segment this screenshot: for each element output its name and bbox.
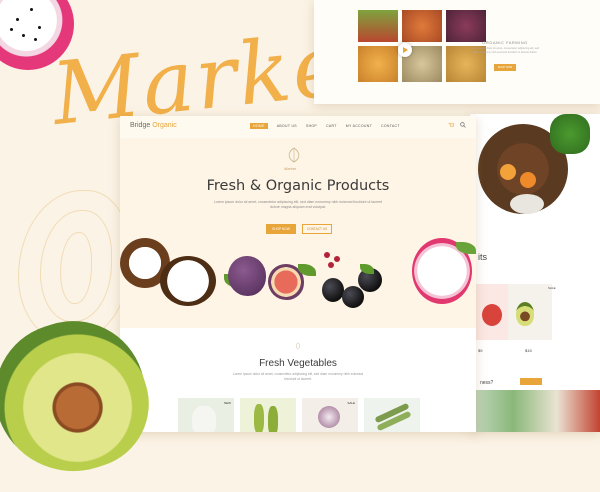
product-tag: NEW [224,401,231,405]
nav-item-shop[interactable]: SHOP [306,124,317,129]
nav-item-cart[interactable]: CART [326,124,337,129]
product-card[interactable]: SALE [302,398,358,432]
fresh-vegetables-section: Fresh Vegetables Lorem ipsum dolor sit a… [120,328,476,432]
video-play-button[interactable] [398,43,412,57]
nav-menu: HOME ABOUT US SHOP CART MY ACCOUNT CONTA… [250,123,400,129]
right-panel-price: $9 [478,348,483,353]
logo-prefix: Bridge [130,122,151,129]
organic-farming-title: ORGANIC FARMING [482,40,528,45]
top-navigation: Bridge Organic HOME ABOUT US SHOP CART M… [120,116,476,139]
pomegranate-seeds-image [328,262,334,268]
right-panel-button[interactable] [520,378,542,385]
nav-item-account[interactable]: MY ACCOUNT [346,124,372,129]
product-tag: SALE [347,401,355,405]
shop-now-button[interactable]: SHOP NOW [266,224,296,234]
leaf-divider-icon [295,342,301,350]
organic-farming-text: Lorem ipsum dolor sit amet, consectetur … [470,47,540,54]
logo-accent: Organic [152,122,177,129]
coconut-half-image [160,256,216,306]
hero-subtitle: Lorem ipsum dolor sit amet, consectetur … [213,200,383,209]
fresh-vegetables-subtitle: Lorem ipsum dolor sit amet, consectetur … [232,372,364,381]
product-card[interactable] [364,398,420,432]
fig-image [228,256,266,296]
main-homepage-panel: Bridge Organic HOME ABOUT US SHOP CART M… [120,116,476,432]
nav-icons [448,122,466,128]
market-leaf-logo-icon [288,147,300,163]
right-panel-price: $15 [525,348,532,353]
right-panel-fragment: ness? [480,380,494,386]
nav-item-contact[interactable]: CONTACT [381,124,400,129]
nav-item-about[interactable]: ABOUT US [277,124,297,129]
cart-icon[interactable] [448,122,454,128]
blackberry-image [342,286,364,308]
hero-section: Market Fresh & Organic Products Lorem ip… [120,138,476,328]
site-logo[interactable]: Bridge Organic [130,122,177,129]
pomegranate-seeds-image [324,252,330,258]
right-panel-heading-fragment: its [478,252,487,262]
search-icon[interactable] [460,122,466,128]
nav-item-home[interactable]: HOME [250,123,268,129]
right-panel-sale-tag: SALE [548,286,556,290]
organic-farming-panel [314,0,600,104]
contact-us-button[interactable]: CONTACT US [302,224,332,234]
hero-title: Fresh & Organic Products [206,178,390,194]
product-card[interactable] [240,398,296,432]
organic-shop-now-button[interactable]: SHOP NOW [494,64,516,71]
product-card[interactable]: NEW [178,398,234,432]
blackberry-image [322,278,344,302]
fresh-vegetables-title: Fresh Vegetables [259,358,337,369]
hero-badge-word: Market [284,166,297,171]
pomegranate-seeds-image [334,256,340,262]
